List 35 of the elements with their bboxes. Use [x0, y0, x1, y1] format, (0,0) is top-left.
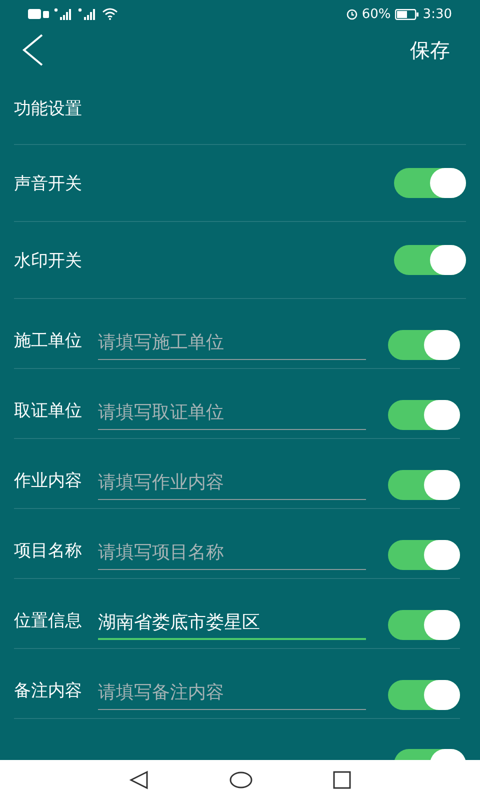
setting-label: 备注内容: [14, 680, 82, 703]
input-field[interactable]: 请填写施工单位: [98, 328, 366, 360]
setting-label: 水印开关: [14, 250, 82, 272]
setting-label: 取证单位: [14, 400, 82, 423]
input-field[interactable]: 请填写项目名称: [98, 538, 366, 570]
input-field[interactable]: 请填写备注内容: [98, 678, 366, 710]
alarm-icon: [346, 8, 358, 20]
setting-label: 位置信息: [14, 610, 82, 633]
battery-icon: [394, 8, 419, 20]
setting-label: 声音开关: [14, 172, 82, 194]
wifi-icon: [102, 8, 118, 20]
signal-icon: [54, 8, 74, 20]
toggle-switch[interactable]: [388, 610, 460, 640]
toggle-switch[interactable]: [388, 680, 460, 710]
input-field[interactable]: 请填写作业内容: [98, 468, 366, 500]
hd-icon: [28, 9, 50, 19]
setting-label: 项目名称: [14, 540, 82, 563]
battery-percent: 60%: [362, 6, 391, 22]
signal-icon: [78, 8, 98, 20]
toggle-switch[interactable]: [388, 540, 460, 570]
recent-apps-icon[interactable]: [333, 771, 351, 789]
input-field[interactable]: 请填写取证单位: [98, 398, 366, 430]
input-field[interactable]: 湖南省娄底市娄星区: [98, 607, 366, 640]
back-icon[interactable]: [129, 770, 149, 790]
clock: 3:30: [422, 6, 452, 22]
toggle-switch[interactable]: [388, 400, 460, 430]
setting-label: 作业内容: [14, 470, 82, 493]
toggle-switch[interactable]: [388, 470, 460, 500]
setting-label: 施工单位: [14, 330, 82, 353]
toggle-switch[interactable]: [388, 330, 460, 360]
section-title: 功能设置: [14, 98, 82, 120]
toggle-switch[interactable]: [394, 245, 466, 275]
save-button[interactable]: 保存: [410, 32, 450, 68]
toggle-switch[interactable]: [394, 168, 466, 198]
home-icon[interactable]: [229, 771, 253, 789]
